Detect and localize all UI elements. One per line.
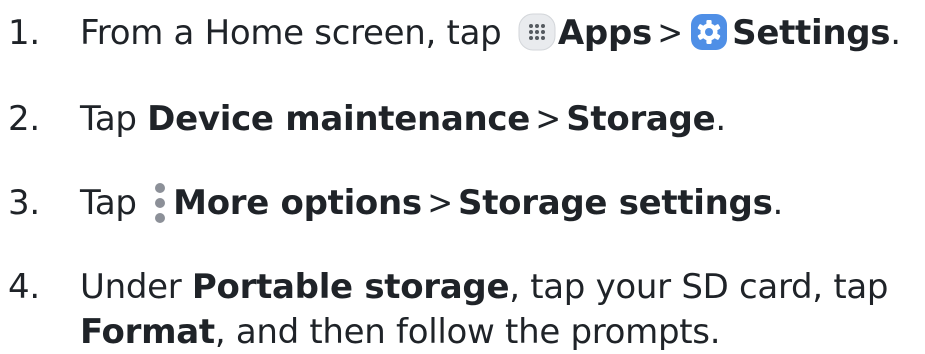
step-text-prefix: From a Home screen, tap (80, 13, 512, 53)
format-label: Format (80, 312, 215, 352)
instruction-steps: 1. From a Home screen, tap Apps > Setting… (0, 0, 925, 354)
step-text-prefix: Under (80, 267, 192, 307)
apps-grid-icon (518, 13, 556, 50)
step-text: Tap Device maintenance > Storage. (80, 97, 726, 141)
step-text-suffix: . (715, 99, 726, 139)
chevron-separator: > (535, 99, 561, 139)
more-options-label: More options (173, 183, 422, 223)
device-maintenance-label: Device maintenance (147, 99, 531, 139)
step-text-suffix: , and then follow the prompts. (214, 312, 721, 352)
storage-settings-label: Storage settings (458, 183, 773, 223)
step-text: Format, and then follow the prompts. (80, 310, 721, 354)
more-options-vertical-icon (155, 182, 166, 223)
step-text-prefix: Tap (80, 183, 148, 223)
step-text-middle: , tap your SD card, tap (509, 267, 889, 307)
step-text-suffix: . (890, 13, 901, 53)
step-number: 3. (8, 183, 40, 223)
step-text: From a Home screen, tap Apps > Settings. (80, 11, 901, 55)
portable-storage-label: Portable storage (191, 267, 510, 307)
step-text-prefix: Tap (80, 99, 148, 139)
step-text: Under Portable storage, tap your SD card… (80, 265, 888, 309)
settings-label: Settings (732, 13, 891, 53)
step-text-suffix: . (772, 183, 784, 223)
step-number: 4. (8, 267, 40, 307)
gear-icon (691, 13, 728, 50)
apps-label: Apps (557, 13, 652, 53)
chevron-separator: > (657, 13, 683, 53)
chevron-separator: > (427, 183, 453, 223)
step-number: 2. (8, 99, 40, 139)
storage-label: Storage (566, 99, 716, 139)
step-text: Tap More options > Storage settings. (80, 181, 783, 228)
step-number: 1. (8, 13, 40, 53)
